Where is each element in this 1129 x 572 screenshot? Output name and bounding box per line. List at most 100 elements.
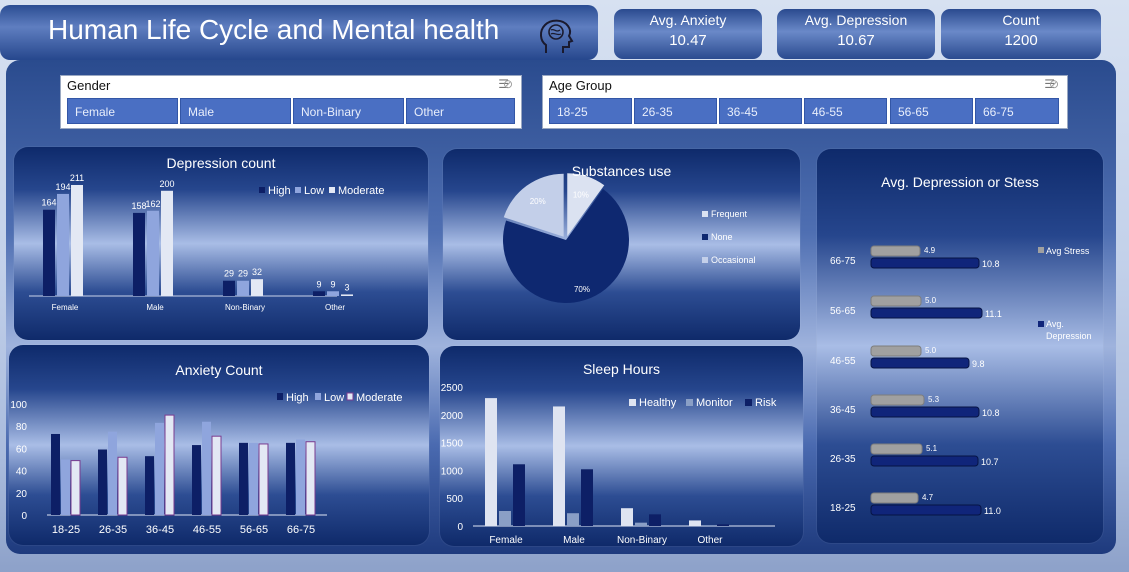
slicer-item-18-25[interactable]: 18-25 <box>549 98 632 124</box>
x-tick-label: 56-65 <box>240 524 268 536</box>
data-label: 3 <box>344 282 349 292</box>
kpi-avg-anxiety: Avg. Anxiety 10.47 <box>614 9 762 59</box>
data-label: 20% <box>530 197 546 206</box>
data-label: 10.8 <box>982 408 1000 418</box>
x-tick-label: Non-Binary <box>617 535 667 546</box>
y-tick-label: 100 <box>10 400 27 411</box>
bar-high <box>223 280 235 296</box>
bar-risk <box>649 514 661 526</box>
bar-moderate <box>251 279 263 296</box>
y-tick-label: 56-65 <box>830 306 856 317</box>
bar-low <box>57 193 69 296</box>
slicer-item-56-65[interactable]: 56-65 <box>890 98 973 124</box>
bar-high <box>192 445 201 515</box>
bar-moderate <box>70 460 81 516</box>
bar-low <box>61 459 70 515</box>
bar-low <box>249 442 258 515</box>
bar-monitor <box>703 525 715 526</box>
y-tick-label: 1500 <box>441 439 464 450</box>
slicer-item-46-55[interactable]: 46-55 <box>804 98 887 124</box>
bar-moderate <box>161 190 173 296</box>
chart-title: Sleep Hours <box>582 361 661 377</box>
bar-avg-stress <box>870 245 921 257</box>
bar-low <box>202 421 211 515</box>
depression-count-panel: Depression count 164 194 211 Female 158 162 20… <box>14 147 428 340</box>
chart-title: Avg. Depression or Stess <box>881 174 1039 190</box>
x-tick-label: Male <box>563 535 585 546</box>
anxiety-count-panel: Anxiety Count 0 20 40 60 80 100 18-25 26-35 36-4… <box>9 345 429 545</box>
bar-high <box>133 212 145 296</box>
depression-count-chart: 164 194211 Female 158162 200 Male 29 29 32 Non-Bi… <box>29 173 384 312</box>
x-tick-label: Female <box>52 303 79 312</box>
data-label: 4.7 <box>922 493 934 502</box>
bar-high <box>98 449 107 515</box>
legend-label: Occasional <box>711 255 756 265</box>
legend-label: None <box>711 232 733 242</box>
bar-high <box>239 442 248 515</box>
bar-moderate <box>211 435 222 516</box>
slicer-item-26-35[interactable]: 26-35 <box>634 98 717 124</box>
bar-moderate <box>258 443 269 516</box>
legend-swatch <box>315 393 321 400</box>
data-label: 200 <box>159 179 174 189</box>
chart-title: Depression count <box>166 155 276 171</box>
avg-depression-stress-panel: Avg. Depression or Stess 66-75 4.9 10.8 56-… <box>817 149 1103 543</box>
data-label: 5.1 <box>926 444 938 453</box>
bar-avg-depression <box>870 307 983 319</box>
brain-head-icon <box>540 19 574 53</box>
data-label: 29 <box>224 269 234 279</box>
legend-swatch <box>702 257 708 263</box>
x-tick-label: 36-45 <box>146 524 174 536</box>
bar-avg-stress <box>870 345 922 357</box>
slicer-item-other[interactable]: Other <box>406 98 515 124</box>
bar-low <box>147 210 159 296</box>
data-label: 9.8 <box>972 359 985 369</box>
y-tick-label: 20 <box>16 489 28 500</box>
bar-low <box>237 280 249 296</box>
legend-label: Avg Stress <box>1046 246 1090 256</box>
kpi-value: 1200 <box>1004 32 1038 49</box>
slicer-item-66-75[interactable]: 66-75 <box>975 98 1059 124</box>
y-tick-label: 0 <box>457 522 463 533</box>
clear-filter-icon[interactable]: ⊘ <box>503 77 513 91</box>
x-tick-label: 18-25 <box>52 524 80 536</box>
legend-swatch <box>277 393 283 400</box>
slicer-item-non-binary[interactable]: Non-Binary <box>293 98 404 124</box>
bar-risk <box>513 464 525 526</box>
legend-label: Low <box>304 185 324 197</box>
legend-swatch <box>346 392 354 401</box>
legend-label: Frequent <box>711 209 748 219</box>
legend-swatch <box>702 234 708 240</box>
kpi-value: 10.67 <box>837 32 875 49</box>
kpi-label: Avg. Anxiety <box>649 12 727 28</box>
clear-filter-icon[interactable]: ⊘ <box>1049 77 1059 91</box>
y-tick-label: 60 <box>16 444 28 455</box>
y-tick-label: 80 <box>16 422 28 433</box>
legend-label: Risk <box>755 397 777 409</box>
legend-swatch <box>295 187 301 193</box>
legend-label: Low <box>324 392 344 404</box>
dashboard-header: Human Life Cycle and Mental health <box>0 5 598 60</box>
x-tick-label: 46-55 <box>193 524 221 536</box>
bar-low <box>108 431 117 515</box>
bar-moderate <box>71 185 83 296</box>
avg-depression-stress-chart: 66-75 4.9 10.8 56-65 5.0 11.1 46-55 5.0 9.8 36-45… <box>830 245 1092 516</box>
bar-high <box>43 209 55 296</box>
y-tick-label: 26-35 <box>830 454 856 465</box>
data-label: 5.3 <box>928 395 940 404</box>
bar-avg-stress <box>870 295 922 307</box>
x-tick-label: Non-Binary <box>225 303 265 312</box>
slicer-item-female[interactable]: Female <box>67 98 178 124</box>
data-label: 164 <box>41 198 56 208</box>
bar-avg-stress <box>870 492 919 504</box>
slicer-item-male[interactable]: Male <box>180 98 291 124</box>
legend-label: Moderate <box>338 185 384 197</box>
x-tick-label: Female <box>489 535 523 546</box>
slicer-item-36-45[interactable]: 36-45 <box>719 98 802 124</box>
data-label: 194 <box>55 182 70 192</box>
y-tick-label: 2500 <box>441 383 464 394</box>
data-label: 10.7 <box>981 457 999 467</box>
data-label: 9 <box>316 279 321 289</box>
kpi-label: Avg. Depression <box>804 12 908 28</box>
legend-label: Depression <box>1046 331 1092 341</box>
